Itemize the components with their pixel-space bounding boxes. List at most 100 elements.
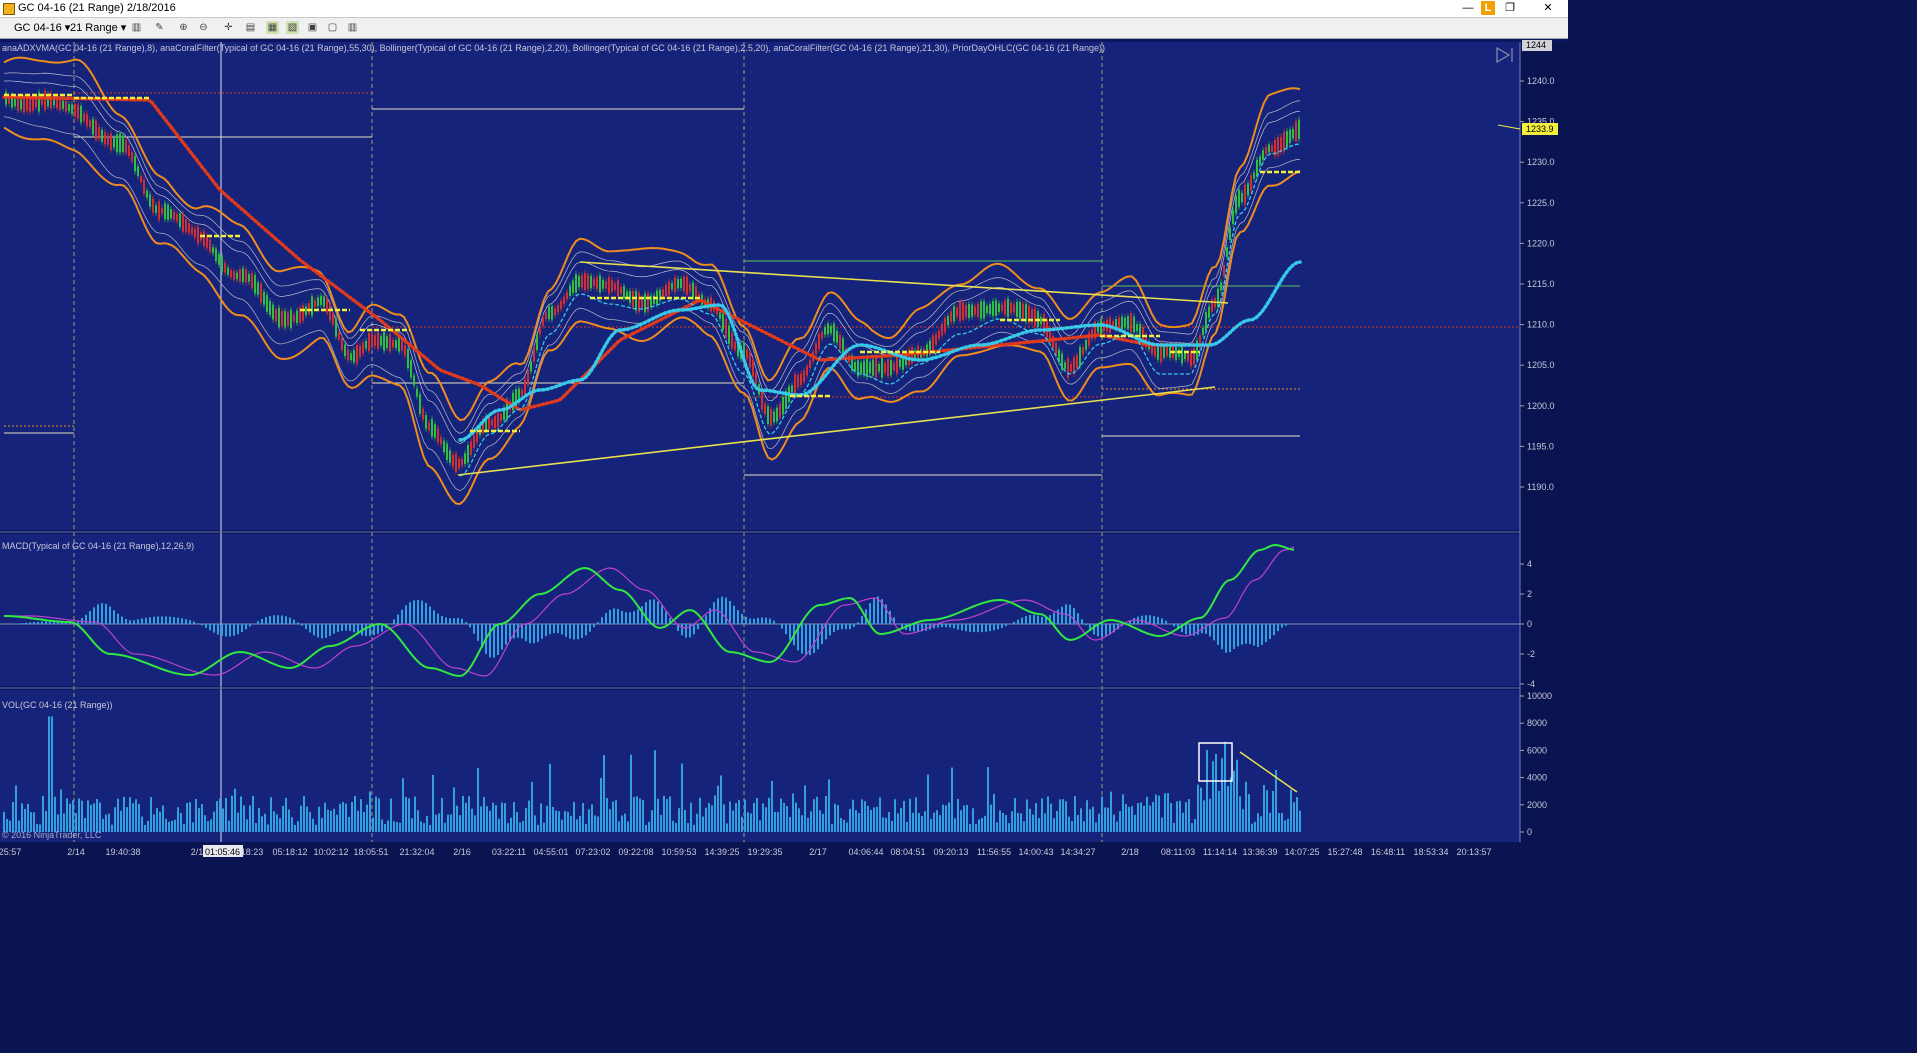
candle-body: [323, 296, 325, 307]
candle-body: [617, 280, 619, 297]
candle-body: [140, 176, 142, 183]
candle-body: [455, 453, 457, 473]
data-box-icon[interactable]: ▤: [244, 21, 257, 34]
price-panel-label: anaADXVMA(GC 04-16 (21 Range),8), anaCor…: [2, 43, 1105, 53]
candle-body: [464, 453, 466, 465]
volume-tick-label: 10000: [1527, 691, 1552, 701]
candle-body: [407, 349, 409, 369]
candle-body: [77, 104, 79, 120]
candle-body: [1082, 347, 1084, 355]
candle-body: [1202, 327, 1204, 336]
candle-body: [722, 313, 724, 330]
candle-body: [824, 327, 826, 335]
candle-body: [524, 379, 526, 395]
macd-panel-label: MACD(Typical of GC 04-16 (21 Range),12,2…: [2, 541, 194, 551]
candle-body: [1052, 336, 1054, 349]
candle-body: [1232, 210, 1234, 225]
candle-body: [776, 407, 778, 422]
draw-tool-icon[interactable]: ✎: [153, 21, 166, 34]
candle-body: [404, 345, 406, 356]
minimize-button[interactable]: —: [1455, 0, 1481, 17]
candle-body: [1226, 247, 1228, 257]
candle-body: [287, 312, 289, 326]
candle-body: [1238, 189, 1240, 207]
zoom-out-icon[interactable]: ⊖: [197, 21, 210, 34]
candle-body: [122, 135, 124, 152]
candle-body: [1259, 156, 1261, 166]
layout-icon[interactable]: ▥: [346, 21, 359, 34]
indicators-icon[interactable]: ▦: [266, 21, 279, 34]
candle-body: [1157, 346, 1159, 360]
candle-body: [869, 361, 871, 374]
candle-body: [1133, 316, 1135, 333]
candle-body: [350, 353, 352, 361]
candle-body: [590, 275, 592, 289]
time-tick-label: 10:59:53: [661, 847, 696, 857]
candle-body: [980, 301, 982, 319]
instrument-selector[interactable]: GC 04-16 ▾: [14, 21, 70, 34]
candle-body: [731, 332, 733, 349]
candle-body: [992, 301, 994, 317]
candle-body: [254, 274, 256, 294]
candle-body: [119, 133, 121, 153]
time-tick-label: 19:40:38: [105, 847, 140, 857]
candle-body: [665, 284, 667, 297]
candle-body: [1013, 304, 1015, 313]
candle-body: [773, 411, 775, 423]
candle-body: [1007, 298, 1009, 317]
candle-body: [134, 155, 136, 172]
candle-body: [965, 305, 967, 317]
strategies-icon[interactable]: ▧: [286, 21, 299, 34]
period-selector[interactable]: 21 Range ▾: [70, 21, 126, 34]
candle-body: [194, 228, 196, 238]
candle-body: [779, 403, 781, 418]
candle-body: [467, 445, 469, 463]
candle-body: [1268, 144, 1270, 153]
candle-body: [278, 307, 280, 328]
instrument-label: GC 04-16: [14, 22, 62, 34]
candle-body: [614, 283, 616, 290]
time-tick-label: 10:02:12: [313, 847, 348, 857]
time-tick-label: 2/1: [191, 847, 204, 857]
candle-body: [797, 374, 799, 388]
candle-body: [890, 359, 892, 376]
close-button[interactable]: ✕: [1528, 0, 1568, 17]
candle-body: [995, 300, 997, 316]
zoom-in-icon[interactable]: ⊕: [177, 21, 190, 34]
window-icon[interactable]: ▢: [326, 21, 339, 34]
candle-body: [761, 390, 763, 410]
candle-body: [1289, 129, 1291, 144]
time-tick-label: 14:34:27: [1060, 847, 1095, 857]
candle-body: [809, 360, 811, 369]
candle-body: [101, 129, 103, 142]
candle-body: [791, 385, 793, 393]
candle-body: [161, 207, 163, 214]
candle-body: [533, 347, 535, 362]
candle-body: [527, 370, 529, 385]
candle-body: [440, 437, 442, 445]
candle-body: [116, 134, 118, 153]
macd-panel: [0, 534, 1520, 686]
candle-body: [551, 306, 553, 320]
candle-body: [131, 152, 133, 162]
candle-body: [860, 362, 862, 374]
candle-body: [65, 100, 67, 112]
candle-body: [599, 275, 601, 293]
candle-body: [251, 273, 253, 289]
crosshair-icon[interactable]: ✛: [222, 21, 235, 34]
candle-body: [212, 247, 214, 254]
restore-button[interactable]: ❐: [1497, 0, 1523, 17]
candle-body: [425, 414, 427, 429]
candle-body: [137, 166, 139, 177]
candle-body: [422, 408, 424, 420]
properties-icon[interactable]: ▣: [306, 21, 319, 34]
candle-body: [878, 364, 880, 372]
candle-body: [44, 90, 46, 111]
time-tick-label: 2/18: [1121, 847, 1139, 857]
candle-body: [584, 272, 586, 290]
alert-icon[interactable]: L: [1481, 1, 1495, 15]
chart-canvas[interactable]: 1240.01235.01230.01225.01220.01215.01210…: [0, 39, 1568, 861]
bar-type-icon[interactable]: ▥: [130, 21, 143, 34]
candle-body: [770, 409, 772, 426]
candle-body: [1235, 195, 1237, 214]
